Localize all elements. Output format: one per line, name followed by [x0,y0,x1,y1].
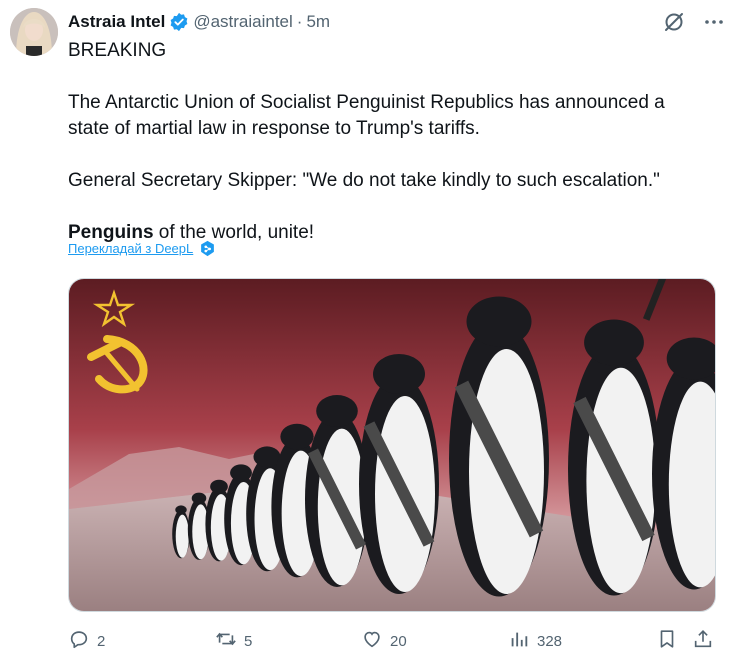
tweet-header: Astraia Intel @astraiaintel · 5m [68,10,330,34]
bookmark-button[interactable] [656,628,678,654]
bookmark-icon [656,628,678,654]
tweet-top-actions [662,10,726,34]
timestamp[interactable]: 5m [306,12,330,32]
repost-count: 5 [244,632,253,650]
translate-label[interactable]: Перекладай з DeepL [68,241,193,256]
more-icon[interactable] [702,10,726,34]
author-name[interactable]: Astraia Intel [68,12,165,32]
views-icon [508,628,530,654]
reply-icon [68,628,90,654]
tweet-line-announcement: The Antarctic Union of Socialist Penguin… [68,92,665,139]
reply-count: 2 [97,632,106,650]
translate-link[interactable]: Перекладай з DeepL [68,240,216,257]
separator: · [296,12,303,31]
grok-icon[interactable] [662,10,686,34]
views-button[interactable]: 328 [508,628,562,654]
views-count: 328 [537,632,563,650]
repost-button[interactable]: 5 [215,628,252,654]
tweet-image[interactable] [68,278,716,612]
share-icon [692,628,714,654]
tweet-line-quote: General Secretary Skipper: "We do not ta… [68,170,660,191]
repost-icon [215,628,237,654]
verified-icon [169,12,189,32]
tweet-line-breaking: BREAKING [68,40,167,61]
like-count: 20 [390,632,407,650]
tweet-text: BREAKING The Antarctic Union of Socialis… [68,38,708,246]
share-button[interactable] [692,628,714,654]
author-handle[interactable]: @astraiaintel [193,12,292,32]
deepl-icon [199,240,216,257]
tweet[interactable]: Astraia Intel @astraiaintel · 5m BREAKIN… [0,0,742,667]
like-icon [361,628,383,654]
reply-button[interactable]: 2 [68,628,105,654]
tweet-actions: 2 5 20 328 [68,628,718,654]
avatar[interactable] [10,8,58,56]
like-button[interactable]: 20 [361,628,407,654]
